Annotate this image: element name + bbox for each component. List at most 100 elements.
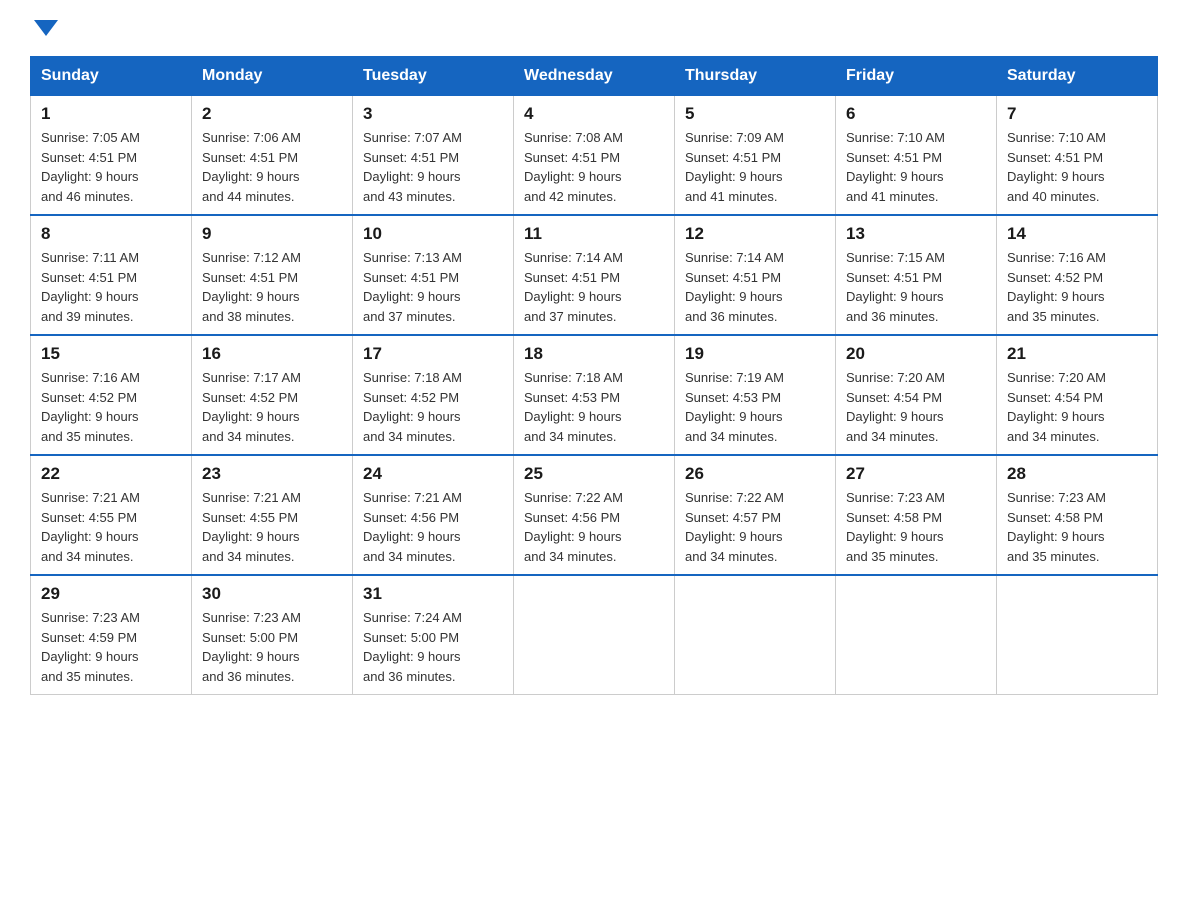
day-info: Sunrise: 7:20 AMSunset: 4:54 PMDaylight:… — [1007, 368, 1147, 446]
day-number: 23 — [202, 464, 342, 484]
day-number: 18 — [524, 344, 664, 364]
day-info: Sunrise: 7:21 AMSunset: 4:55 PMDaylight:… — [202, 488, 342, 566]
week-row-4: 22 Sunrise: 7:21 AMSunset: 4:55 PMDayligh… — [31, 455, 1158, 575]
day-info: Sunrise: 7:24 AMSunset: 5:00 PMDaylight:… — [363, 608, 503, 686]
calendar-cell: 25 Sunrise: 7:22 AMSunset: 4:56 PMDayligh… — [514, 455, 675, 575]
day-number: 26 — [685, 464, 825, 484]
calendar-cell: 10Sunrise: 7:13 AMSunset: 4:51 PMDayligh… — [353, 215, 514, 335]
calendar-cell: 24Sunrise: 7:21 AMSunset: 4:56 PMDayligh… — [353, 455, 514, 575]
day-number: 6 — [846, 104, 986, 124]
day-info: Sunrise: 7:14 AMSunset: 4:51 PMDaylight:… — [685, 248, 825, 326]
day-info: Sunrise: 7:19 AMSunset: 4:53 PMDaylight:… — [685, 368, 825, 446]
day-info: Sunrise: 7:08 AMSunset: 4:51 PMDaylight:… — [524, 128, 664, 206]
calendar-cell: 12Sunrise: 7:14 AMSunset: 4:51 PMDayligh… — [675, 215, 836, 335]
calendar-cell: 30Sunrise: 7:23 AMSunset: 5:00 PMDayligh… — [192, 575, 353, 695]
calendar-cell: 8 Sunrise: 7:11 AMSunset: 4:51 PMDaylight… — [31, 215, 192, 335]
day-number: 16 — [202, 344, 342, 364]
day-info: Sunrise: 7:23 AMSunset: 5:00 PMDaylight:… — [202, 608, 342, 686]
day-number: 19 — [685, 344, 825, 364]
weekday-header-saturday: Saturday — [997, 57, 1158, 96]
calendar-cell: 27 Sunrise: 7:23 AMSunset: 4:58 PMDayligh… — [836, 455, 997, 575]
day-number: 8 — [41, 224, 181, 244]
day-info: Sunrise: 7:18 AMSunset: 4:52 PMDaylight:… — [363, 368, 503, 446]
calendar-cell: 9 Sunrise: 7:12 AMSunset: 4:51 PMDaylight… — [192, 215, 353, 335]
day-number: 5 — [685, 104, 825, 124]
day-number: 20 — [846, 344, 986, 364]
calendar-cell: 17 Sunrise: 7:18 AMSunset: 4:52 PMDayligh… — [353, 335, 514, 455]
day-info: Sunrise: 7:21 AMSunset: 4:56 PMDaylight:… — [363, 488, 503, 566]
weekday-header-sunday: Sunday — [31, 57, 192, 96]
calendar-cell: 18 Sunrise: 7:18 AMSunset: 4:53 PMDayligh… — [514, 335, 675, 455]
calendar-cell — [997, 575, 1158, 695]
week-row-5: 29 Sunrise: 7:23 AMSunset: 4:59 PMDayligh… — [31, 575, 1158, 695]
day-info: Sunrise: 7:14 AMSunset: 4:51 PMDaylight:… — [524, 248, 664, 326]
day-info: Sunrise: 7:20 AMSunset: 4:54 PMDaylight:… — [846, 368, 986, 446]
weekday-header-tuesday: Tuesday — [353, 57, 514, 96]
day-number: 28 — [1007, 464, 1147, 484]
calendar-cell — [675, 575, 836, 695]
day-number: 17 — [363, 344, 503, 364]
calendar-cell: 29 Sunrise: 7:23 AMSunset: 4:59 PMDayligh… — [31, 575, 192, 695]
day-number: 13 — [846, 224, 986, 244]
logo — [30, 20, 58, 38]
header-row: SundayMondayTuesdayWednesdayThursdayFrid… — [31, 57, 1158, 96]
week-row-2: 8 Sunrise: 7:11 AMSunset: 4:51 PMDaylight… — [31, 215, 1158, 335]
day-info: Sunrise: 7:06 AMSunset: 4:51 PMDaylight:… — [202, 128, 342, 206]
day-number: 1 — [41, 104, 181, 124]
day-info: Sunrise: 7:23 AMSunset: 4:58 PMDaylight:… — [1007, 488, 1147, 566]
day-info: Sunrise: 7:09 AMSunset: 4:51 PMDaylight:… — [685, 128, 825, 206]
day-info: Sunrise: 7:16 AMSunset: 4:52 PMDaylight:… — [1007, 248, 1147, 326]
calendar-cell: 23 Sunrise: 7:21 AMSunset: 4:55 PMDayligh… — [192, 455, 353, 575]
day-number: 15 — [41, 344, 181, 364]
calendar-cell: 22 Sunrise: 7:21 AMSunset: 4:55 PMDayligh… — [31, 455, 192, 575]
weekday-header-monday: Monday — [192, 57, 353, 96]
day-info: Sunrise: 7:21 AMSunset: 4:55 PMDaylight:… — [41, 488, 181, 566]
calendar-cell: 7Sunrise: 7:10 AMSunset: 4:51 PMDaylight… — [997, 96, 1158, 216]
day-number: 14 — [1007, 224, 1147, 244]
calendar-cell: 31Sunrise: 7:24 AMSunset: 5:00 PMDayligh… — [353, 575, 514, 695]
calendar-cell: 14 Sunrise: 7:16 AMSunset: 4:52 PMDayligh… — [997, 215, 1158, 335]
calendar-cell: 16 Sunrise: 7:17 AMSunset: 4:52 PMDayligh… — [192, 335, 353, 455]
calendar-cell — [836, 575, 997, 695]
day-info: Sunrise: 7:07 AMSunset: 4:51 PMDaylight:… — [363, 128, 503, 206]
day-info: Sunrise: 7:10 AMSunset: 4:51 PMDaylight:… — [846, 128, 986, 206]
page-header — [30, 20, 1158, 38]
day-info: Sunrise: 7:16 AMSunset: 4:52 PMDaylight:… — [41, 368, 181, 446]
weekday-header-friday: Friday — [836, 57, 997, 96]
calendar-cell: 4 Sunrise: 7:08 AMSunset: 4:51 PMDaylight… — [514, 96, 675, 216]
calendar-cell: 21Sunrise: 7:20 AMSunset: 4:54 PMDayligh… — [997, 335, 1158, 455]
calendar-table: SundayMondayTuesdayWednesdayThursdayFrid… — [30, 56, 1158, 695]
day-info: Sunrise: 7:23 AMSunset: 4:59 PMDaylight:… — [41, 608, 181, 686]
weekday-header-thursday: Thursday — [675, 57, 836, 96]
calendar-cell: 5 Sunrise: 7:09 AMSunset: 4:51 PMDaylight… — [675, 96, 836, 216]
calendar-cell: 3Sunrise: 7:07 AMSunset: 4:51 PMDaylight… — [353, 96, 514, 216]
weekday-header-wednesday: Wednesday — [514, 57, 675, 96]
calendar-cell: 15 Sunrise: 7:16 AMSunset: 4:52 PMDayligh… — [31, 335, 192, 455]
day-number: 10 — [363, 224, 503, 244]
day-info: Sunrise: 7:23 AMSunset: 4:58 PMDaylight:… — [846, 488, 986, 566]
day-number: 4 — [524, 104, 664, 124]
day-info: Sunrise: 7:05 AMSunset: 4:51 PMDaylight:… — [41, 128, 181, 206]
calendar-cell: 28 Sunrise: 7:23 AMSunset: 4:58 PMDayligh… — [997, 455, 1158, 575]
calendar-cell: 13 Sunrise: 7:15 AMSunset: 4:51 PMDayligh… — [836, 215, 997, 335]
calendar-cell: 11 Sunrise: 7:14 AMSunset: 4:51 PMDayligh… — [514, 215, 675, 335]
day-info: Sunrise: 7:10 AMSunset: 4:51 PMDaylight:… — [1007, 128, 1147, 206]
day-info: Sunrise: 7:11 AMSunset: 4:51 PMDaylight:… — [41, 248, 181, 326]
week-row-1: 1 Sunrise: 7:05 AMSunset: 4:51 PMDaylight… — [31, 96, 1158, 216]
day-info: Sunrise: 7:18 AMSunset: 4:53 PMDaylight:… — [524, 368, 664, 446]
day-info: Sunrise: 7:15 AMSunset: 4:51 PMDaylight:… — [846, 248, 986, 326]
calendar-cell: 2Sunrise: 7:06 AMSunset: 4:51 PMDaylight… — [192, 96, 353, 216]
day-info: Sunrise: 7:22 AMSunset: 4:56 PMDaylight:… — [524, 488, 664, 566]
day-info: Sunrise: 7:12 AMSunset: 4:51 PMDaylight:… — [202, 248, 342, 326]
day-number: 11 — [524, 224, 664, 244]
day-info: Sunrise: 7:17 AMSunset: 4:52 PMDaylight:… — [202, 368, 342, 446]
day-number: 29 — [41, 584, 181, 604]
calendar-cell: 1 Sunrise: 7:05 AMSunset: 4:51 PMDaylight… — [31, 96, 192, 216]
day-number: 9 — [202, 224, 342, 244]
calendar-cell: 26 Sunrise: 7:22 AMSunset: 4:57 PMDayligh… — [675, 455, 836, 575]
day-number: 22 — [41, 464, 181, 484]
day-number: 25 — [524, 464, 664, 484]
day-number: 27 — [846, 464, 986, 484]
calendar-cell: 19 Sunrise: 7:19 AMSunset: 4:53 PMDayligh… — [675, 335, 836, 455]
day-info: Sunrise: 7:22 AMSunset: 4:57 PMDaylight:… — [685, 488, 825, 566]
